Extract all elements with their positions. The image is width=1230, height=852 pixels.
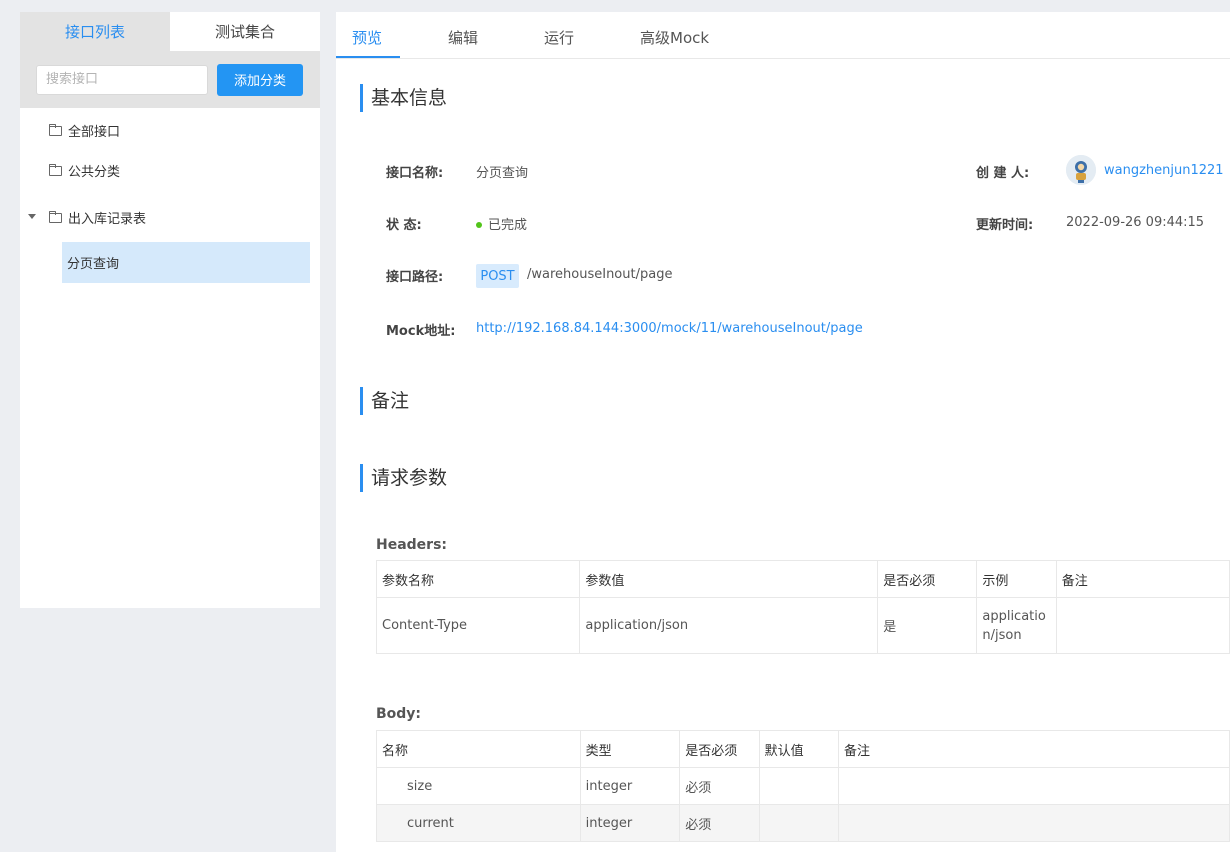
tree-item-page-query[interactable]: 分页查询 — [62, 242, 310, 283]
section-title-basic-info: 基本信息 — [360, 84, 447, 112]
active-tab-indicator — [336, 56, 400, 58]
mock-address-link[interactable]: http://192.168.84.144:3000/mock/11/wareh… — [476, 321, 863, 336]
table-cell: application/json — [976, 597, 1057, 654]
column-header: 名称 — [376, 730, 581, 768]
headers-table: 参数名称 参数值 是否必须 示例 备注 Content-Type applica… — [375, 560, 1230, 654]
status-dot-icon — [476, 221, 482, 228]
folder-icon — [49, 210, 62, 223]
updated-time-label: 更新时间: — [976, 218, 1034, 233]
table-cell: 是 — [877, 597, 978, 654]
sidebar-toolbar: 添加分类 — [20, 51, 320, 108]
table-cell: integer — [579, 767, 681, 805]
avatar-image — [1066, 155, 1096, 185]
creator-label: 创 建 人: — [976, 166, 1030, 181]
table-row: Content-Type application/json 是 applicat… — [375, 597, 1230, 654]
column-header: 默认值 — [758, 730, 839, 768]
column-header: 是否必须 — [877, 560, 978, 598]
tree-item-inout-records[interactable]: 出入库记录表 — [49, 208, 146, 227]
body-table: 名称 类型 是否必须 默认值 备注 size integer 必须 curren… — [376, 730, 1230, 842]
tab-interface-list[interactable]: 接口列表 — [20, 12, 170, 51]
table-cell: Content-Type — [375, 597, 581, 654]
interface-name-label: 接口名称: — [386, 166, 444, 181]
left-sidebar: 接口列表 测试集合 添加分类 全部接口 公共分类 出入库记录表 分页查询 — [20, 12, 320, 608]
section-title-request-params: 请求参数 — [360, 464, 447, 492]
table-row: current integer 必须 — [376, 804, 1230, 842]
folder-icon — [49, 163, 62, 176]
table-cell — [837, 767, 1230, 805]
tab-test-collection[interactable]: 测试集合 — [170, 12, 320, 51]
tree-item-label: 公共分类 — [68, 165, 121, 180]
status-label: 状 态: — [386, 218, 422, 233]
headers-title: Headers: — [376, 537, 448, 553]
status-text: 已完成 — [488, 218, 528, 233]
main-content: 预览 编辑 运行 高级Mock 基本信息 接口名称: 分页查询 创 建 人: w… — [336, 12, 1230, 852]
table-cell: size — [376, 767, 581, 805]
table-cell: 必须 — [679, 804, 760, 842]
avatar[interactable] — [1066, 155, 1096, 185]
column-header: 示例 — [976, 560, 1057, 598]
column-header: 参数名称 — [375, 560, 581, 598]
add-category-button[interactable]: 添加分类 — [217, 63, 303, 96]
method-badge: POST — [476, 264, 519, 288]
tree-item-label: 出入库记录表 — [68, 212, 147, 227]
table-cell: integer — [579, 804, 681, 842]
table-cell — [758, 804, 839, 842]
interface-name-value: 分页查询 — [476, 166, 529, 181]
column-header: 参数值 — [579, 560, 879, 598]
column-header: 备注 — [837, 730, 1230, 768]
folder-icon — [49, 123, 62, 136]
mock-address-label: Mock地址: — [386, 324, 456, 339]
interface-path-value: /warehouseInout/page — [527, 267, 673, 282]
main-tabs: 预览 编辑 运行 高级Mock — [336, 12, 1230, 59]
updated-time-value: 2022-09-26 09:44:15 — [1066, 215, 1205, 230]
table-header-row: 名称 类型 是否必须 默认值 备注 — [376, 730, 1230, 768]
table-header-row: 参数名称 参数值 是否必须 示例 备注 — [375, 560, 1230, 598]
tree-item-all[interactable]: 全部接口 — [49, 121, 120, 140]
table-cell — [1055, 597, 1230, 654]
caret-down-icon[interactable] — [28, 214, 36, 219]
tree-item-label: 全部接口 — [68, 125, 121, 140]
table-cell: current — [376, 804, 581, 842]
sidebar-tabs: 接口列表 测试集合 — [20, 12, 320, 51]
table-cell: application/json — [579, 597, 879, 654]
creator-link[interactable]: wangzhenjun1221 — [1104, 163, 1224, 178]
tab-advanced-mock[interactable]: 高级Mock — [640, 27, 709, 48]
section-title-remark: 备注 — [360, 387, 409, 415]
tab-run[interactable]: 运行 — [544, 27, 574, 48]
body-title: Body: — [376, 706, 422, 722]
tab-preview[interactable]: 预览 — [352, 27, 382, 48]
interface-path-label: 接口路径: — [386, 270, 444, 285]
search-input[interactable] — [36, 64, 208, 95]
column-header: 是否必须 — [679, 730, 760, 768]
tree-item-public[interactable]: 公共分类 — [49, 161, 120, 180]
column-header: 类型 — [579, 730, 681, 768]
table-cell — [758, 767, 839, 805]
status-value: 已完成 — [476, 214, 527, 233]
table-row: size integer 必须 — [376, 767, 1230, 805]
column-header: 备注 — [1055, 560, 1230, 598]
table-cell — [837, 804, 1230, 842]
tab-edit[interactable]: 编辑 — [448, 27, 478, 48]
table-cell: 必须 — [679, 767, 760, 805]
